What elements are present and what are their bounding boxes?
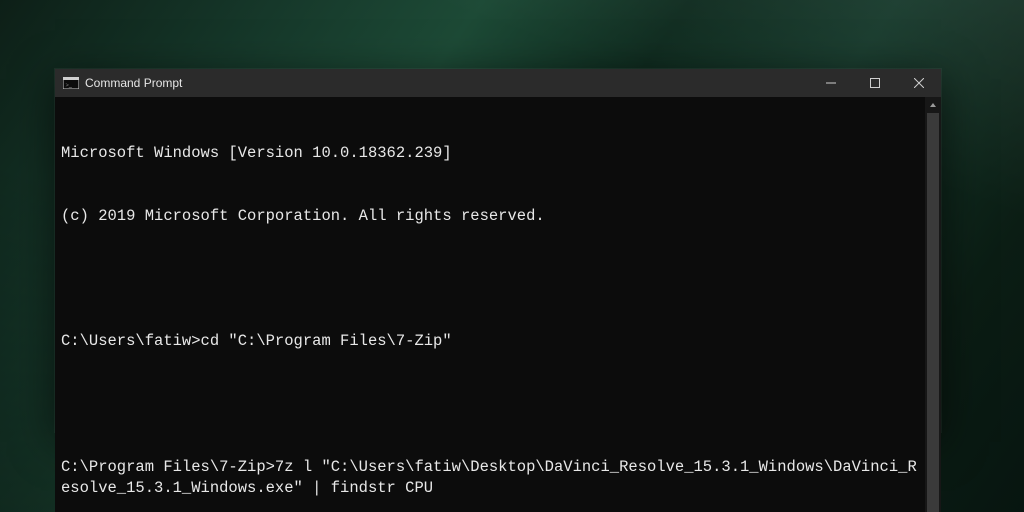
- svg-text:>_: >_: [66, 83, 73, 89]
- scrollbar-track[interactable]: [925, 113, 941, 512]
- scroll-up-button[interactable]: [925, 97, 941, 113]
- close-button[interactable]: [897, 69, 941, 97]
- window-title: Command Prompt: [85, 76, 182, 90]
- terminal-blank-line: [61, 268, 919, 289]
- terminal-line: C:\Users\fatiw>cd "C:\Program Files\7-Zi…: [61, 331, 919, 352]
- client-area: Microsoft Windows [Version 10.0.18362.23…: [55, 97, 941, 512]
- terminal-line: C:\Program Files\7-Zip>7z l "C:\Users\fa…: [61, 457, 919, 499]
- minimize-button[interactable]: [809, 69, 853, 97]
- terminal-line: (c) 2019 Microsoft Corporation. All righ…: [61, 206, 919, 227]
- terminal-blank-line: [61, 394, 919, 415]
- command-prompt-window: >_ Command Prompt Microsoft Windows [Ver…: [55, 69, 941, 432]
- vertical-scrollbar[interactable]: [925, 97, 941, 512]
- terminal-line: Microsoft Windows [Version 10.0.18362.23…: [61, 143, 919, 164]
- scrollbar-thumb[interactable]: [927, 113, 939, 512]
- desktop-background: >_ Command Prompt Microsoft Windows [Ver…: [0, 0, 1024, 512]
- titlebar[interactable]: >_ Command Prompt: [55, 69, 941, 97]
- cmd-icon: >_: [63, 76, 79, 90]
- maximize-button[interactable]: [853, 69, 897, 97]
- terminal-output[interactable]: Microsoft Windows [Version 10.0.18362.23…: [55, 97, 925, 512]
